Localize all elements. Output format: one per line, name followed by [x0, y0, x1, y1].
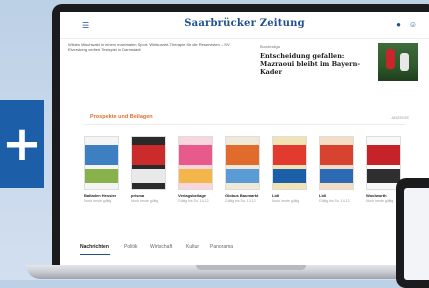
brochure-item[interactable]: Globus Baumarkt Gültig bis Sa. 13.12.: [225, 136, 260, 203]
brochure-cover[interactable]: [366, 136, 401, 190]
user-icon[interactable]: ☺: [409, 20, 417, 29]
brochure-cover-band: [226, 169, 259, 183]
prospekte-title: Prospekte und Beilagen: [90, 114, 153, 120]
tab-nachrichten[interactable]: Nachrichten: [80, 244, 109, 250]
brochure-item[interactable]: Balladen Hessler Noch heute gültig: [84, 136, 119, 203]
brochure-name: Verlagsbeilage: [178, 193, 207, 198]
player-figure: [386, 49, 395, 69]
teaser-image[interactable]: [378, 43, 418, 81]
section-divider: [84, 124, 406, 125]
brochure-cover-band: [273, 169, 306, 183]
brochure-cover-band: [367, 169, 400, 183]
brochure-item[interactable]: Lidl Gültig bis So. 14.12.: [319, 136, 354, 203]
brochure-cover[interactable]: [178, 136, 213, 190]
brochure-item[interactable]: Verlagsbeilage Gültig bis So. 14.12.: [178, 136, 213, 203]
brochure-validity: Noch heute gültig: [84, 199, 112, 203]
tab-panorama[interactable]: Panorama: [210, 244, 233, 250]
active-tab-indicator: [80, 254, 110, 255]
brochure-cover-band: [132, 169, 165, 183]
plus-symbol: +: [1, 116, 43, 172]
brochure-cover-band: [320, 145, 353, 165]
brochure-cover-band: [179, 169, 212, 183]
brochure-cover-band: [179, 145, 212, 165]
brochure-cover[interactable]: [319, 136, 354, 190]
brochure-cover[interactable]: [225, 136, 260, 190]
brochure-cover[interactable]: [84, 136, 119, 190]
brochure-cover-band: [367, 145, 400, 165]
brochure-validity: Gültig bis So. 14.12.: [319, 199, 351, 203]
brochure-name: prisma: [131, 193, 145, 198]
tab-wirtschaft[interactable]: Wirtschaft: [150, 244, 172, 250]
plus-badge: +: [0, 100, 44, 188]
brochure-validity: Noch heute gültig: [131, 199, 159, 203]
brochure-cover-band: [85, 145, 118, 165]
brochure-cover-band: [273, 145, 306, 165]
brochure-item[interactable]: Lidl Noch heute gültig: [272, 136, 307, 203]
prospekte-more-label: ANZEIGE: [391, 115, 409, 120]
brochure-cover-band: [320, 169, 353, 183]
brochure-validity: Noch heute gültig: [272, 199, 300, 203]
tab-kultur[interactable]: Kultur: [186, 244, 199, 250]
teaser-left-text[interactable]: Wildes Mischwald in einem maximalen Spor…: [68, 42, 248, 52]
brochure-name: Lidl: [272, 193, 280, 198]
laptop-screen: ☰ Saarbrücker Zeitung ● ☺ Wildes Mischwa…: [60, 12, 429, 266]
laptop-notch: [196, 265, 306, 270]
brochure-name: Globus Baumarkt: [225, 193, 259, 198]
brochure-cover[interactable]: [272, 136, 307, 190]
smartphone-screen: [404, 188, 429, 280]
brochure-item[interactable]: prisma Noch heute gültig: [131, 136, 166, 203]
brochure-cover[interactable]: [131, 136, 166, 190]
brochure-cover-band: [226, 145, 259, 165]
tab-politik[interactable]: Politik: [124, 244, 137, 250]
brochure-cover-band: [85, 169, 118, 183]
player-figure: [400, 53, 409, 71]
brochure-name: Lidl: [319, 193, 327, 198]
brochure-validity: Gültig bis Sa. 13.12.: [225, 199, 257, 203]
teaser-headline[interactable]: Entscheidung gefallen: Mazraoui bleibt i…: [260, 52, 370, 76]
location-icon[interactable]: ●: [396, 20, 401, 29]
site-logo[interactable]: Saarbrücker Zeitung: [60, 18, 429, 29]
site-header: ☰ Saarbrücker Zeitung ● ☺: [60, 12, 429, 39]
brochure-validity: Gültig bis So. 14.12.: [178, 199, 210, 203]
brochure-name: Balladen Hessler: [84, 193, 117, 198]
brochure-cover-band: [132, 145, 165, 165]
brochure-list: Balladen Hessler Noch heute gültig prisma N…: [84, 136, 414, 226]
teaser-kicker: Bundesliga: [260, 44, 280, 49]
